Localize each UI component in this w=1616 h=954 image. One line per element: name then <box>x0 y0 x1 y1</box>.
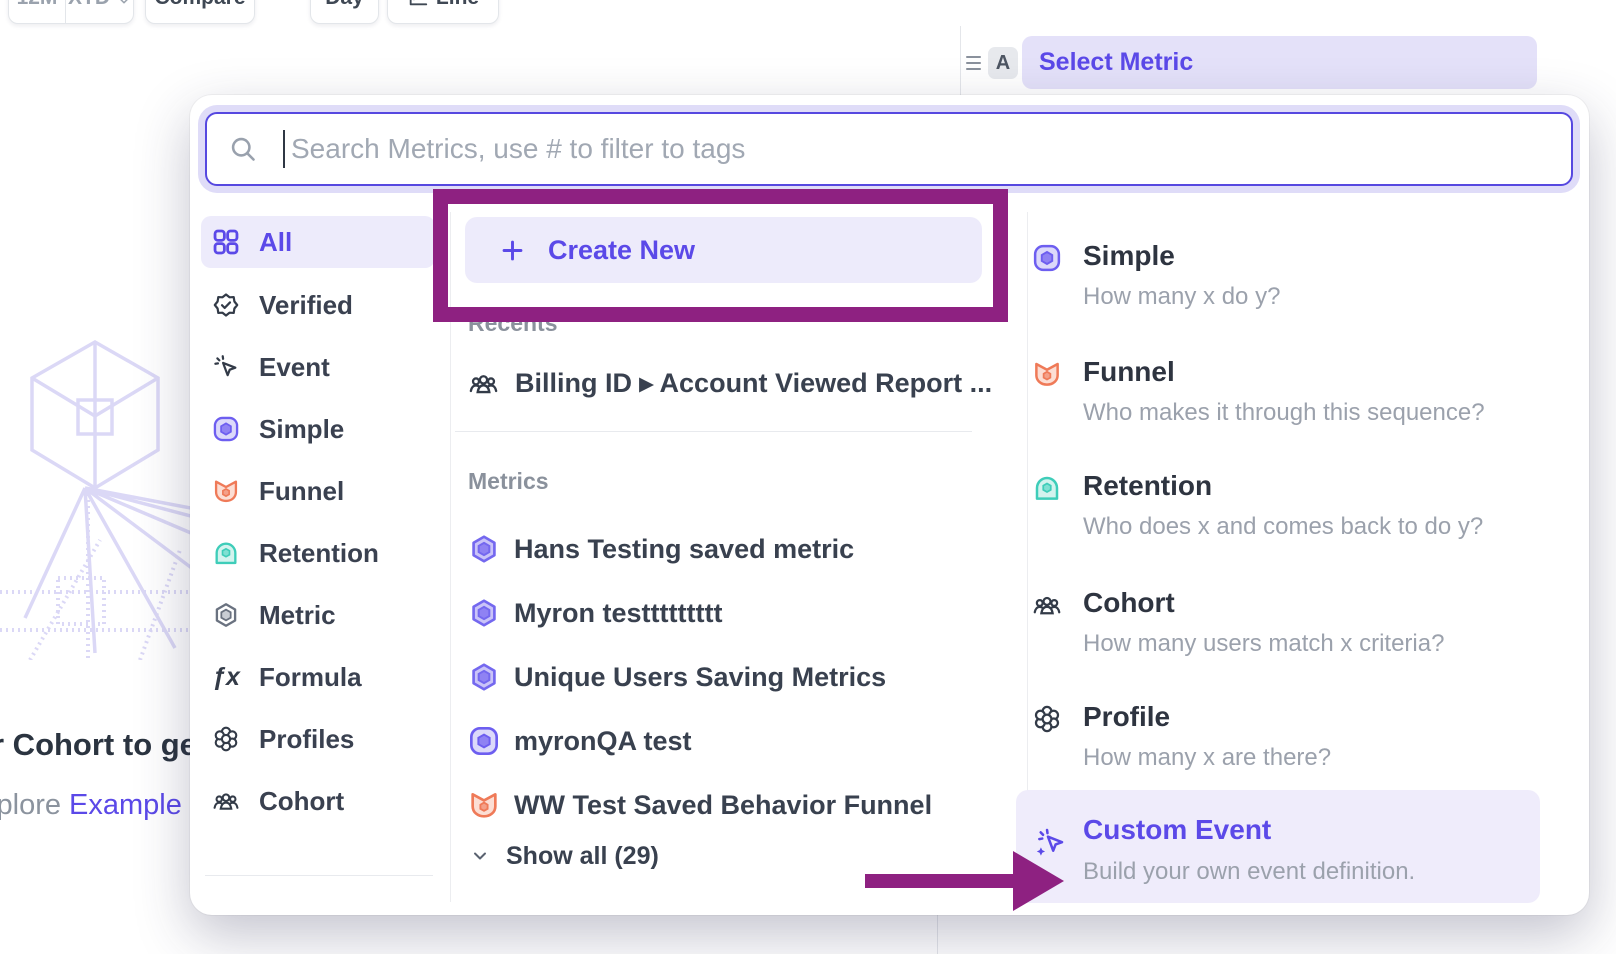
verified-seal-icon <box>212 291 240 319</box>
cohort-people-icon <box>1032 590 1062 620</box>
compare-button[interactable]: Compare <box>145 0 255 24</box>
panel-divider <box>960 26 961 95</box>
column-divider <box>450 212 451 902</box>
funnel-icon <box>468 789 500 821</box>
wireframe-illustration <box>0 330 190 660</box>
chevron-down-icon <box>117 0 131 8</box>
sidebar-item-formula[interactable]: ƒx Formula <box>201 651 435 703</box>
date-range-segmented-control: 12M XTD <box>8 0 134 24</box>
recents-heading: Recents <box>468 310 557 337</box>
simple-icon <box>1032 243 1062 273</box>
sidebar-item-funnel[interactable]: Funnel <box>201 465 435 517</box>
sidebar-item-tags[interactable]: Tags <box>201 901 435 915</box>
event-cursor-icon <box>212 353 240 381</box>
metric-list-item[interactable]: WW Test Saved Behavior Funnel <box>468 781 932 829</box>
sidebar-divider <box>205 875 433 876</box>
metrics-heading: Metrics <box>468 468 549 495</box>
annotation-arrow <box>865 874 1015 888</box>
range-12m-button[interactable]: 12M <box>9 0 65 23</box>
metric-hexagon-purple-icon <box>468 597 500 629</box>
recent-item-row[interactable]: Billing ID ▸ Account Viewed Report ... <box>468 363 992 403</box>
metric-list-item[interactable]: myronQA test <box>468 717 692 765</box>
sidebar-item-verified[interactable]: Verified <box>201 279 435 331</box>
retention-icon <box>212 539 240 567</box>
search-input[interactable] <box>289 132 1571 166</box>
drag-handle-icon[interactable] <box>966 56 981 74</box>
cohort-people-icon <box>212 787 240 815</box>
search-icon <box>229 135 257 163</box>
metric-hexagon-purple-icon <box>468 533 500 565</box>
plus-icon <box>499 237 526 264</box>
annotation-arrow-head <box>1013 851 1064 911</box>
chart-type-line-button[interactable]: Line <box>387 0 499 24</box>
screenshot-root: 12M XTD Compare Day Line A Select Metric <box>0 0 1616 954</box>
range-xtd-button[interactable]: XTD <box>66 0 133 23</box>
sidebar-item-all[interactable]: All <box>201 216 435 268</box>
metric-type-custom-event[interactable]: Custom Event Build your own event defini… <box>1016 790 1540 903</box>
sidebar-item-retention[interactable]: Retention <box>201 527 435 579</box>
chevron-down-icon <box>470 846 490 866</box>
select-metric-field[interactable]: Select Metric <box>1022 36 1537 89</box>
metric-type-simple[interactable]: Simple How many x do y? <box>1032 239 1572 312</box>
profiles-flower-icon <box>1032 704 1062 734</box>
metric-list-item[interactable]: Unique Users Saving Metrics <box>468 653 886 701</box>
metric-hexagon-purple-icon <box>468 661 500 693</box>
metric-type-funnel[interactable]: Funnel Who makes it through this sequenc… <box>1032 355 1572 428</box>
metric-type-retention[interactable]: Retention Who does x and comes back to d… <box>1032 469 1572 542</box>
section-divider <box>455 431 972 432</box>
interval-day-button[interactable]: Day <box>310 0 379 24</box>
metric-type-cohort[interactable]: Cohort How many users match x criteria? <box>1032 586 1572 659</box>
sidebar-item-metric[interactable]: Metric <box>201 589 435 641</box>
text-caret <box>283 130 285 168</box>
metric-hexagon-icon <box>212 601 240 629</box>
create-new-button[interactable]: Create New <box>465 217 982 283</box>
search-bar <box>205 112 1573 186</box>
series-badge: A <box>988 47 1018 79</box>
retention-icon <box>1032 473 1062 503</box>
funnel-icon <box>1032 359 1062 389</box>
metric-list-item[interactable]: Hans Testing saved metric <box>468 525 854 573</box>
funnel-icon <box>212 477 240 505</box>
metric-type-profile[interactable]: Profile How many x are there? <box>1032 700 1572 773</box>
cohort-people-icon <box>468 368 499 399</box>
profiles-flower-icon <box>212 725 240 753</box>
simple-icon <box>468 725 500 757</box>
formula-fx-icon: ƒx <box>212 663 240 691</box>
metric-list-item[interactable]: Myron testtttttttt <box>468 589 722 637</box>
sidebar-item-cohort[interactable]: Cohort <box>201 775 435 827</box>
line-chart-icon <box>407 0 429 8</box>
sidebar-item-event[interactable]: Event <box>201 341 435 393</box>
show-all-toggle[interactable]: Show all (29) <box>470 838 659 874</box>
tag-icon <box>212 913 240 915</box>
sidebar-item-profiles[interactable]: Profiles <box>201 713 435 765</box>
simple-icon <box>212 415 240 443</box>
sidebar-item-simple[interactable]: Simple <box>201 403 435 455</box>
grid-icon <box>212 228 240 256</box>
metric-picker-modal: All Verified Event Simple Funnel Retenti… <box>190 95 1589 915</box>
background-headline-fragment: r Cohort to ge <box>0 727 197 763</box>
